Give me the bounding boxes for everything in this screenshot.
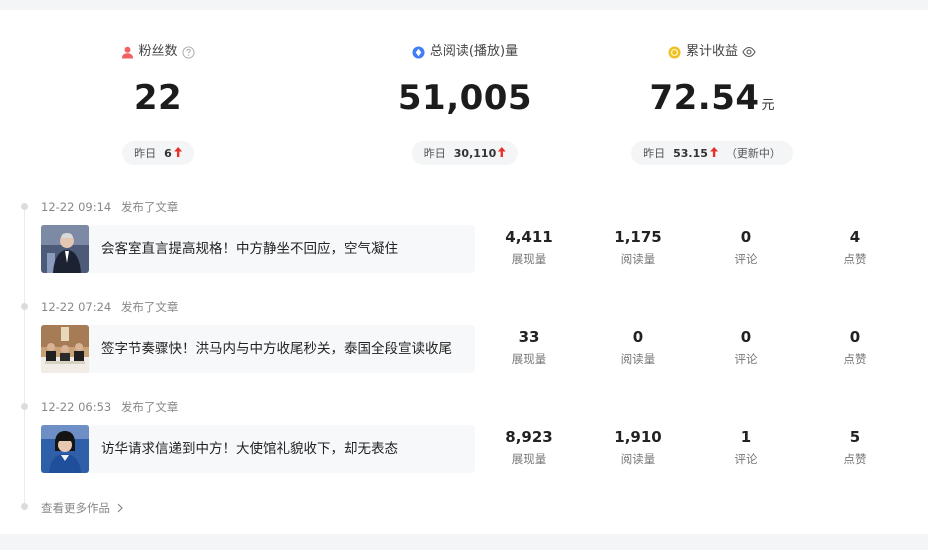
metric-impressions: 4,411 展现量: [505, 228, 553, 266]
stat-fans-yesterday: 昨日 6: [122, 141, 194, 165]
chevron-right-icon: [113, 501, 127, 515]
dashboard-card: 粉丝数 22 昨日 6 总阅读(播放)量 51,005 昨日 30,110 累计…: [0, 10, 928, 534]
timeline-dot: [21, 403, 28, 410]
post-title[interactable]: 会客室直言提高规格！中方静坐不回应，空气凝住: [101, 225, 461, 273]
arrow-up-icon: [173, 146, 182, 160]
stat-reads-value: 51,005: [397, 78, 533, 118]
stat-earnings-label: 累计收益: [685, 44, 738, 59]
post-item[interactable]: 访华请求信递到中方！大使馆礼貌收下，却无表态: [41, 425, 475, 473]
arrow-up-icon: [709, 146, 718, 160]
eye-icon[interactable]: [742, 45, 756, 59]
metric-reads: 0 阅读量: [620, 328, 656, 366]
view-more-link[interactable]: 查看更多作品: [41, 500, 127, 516]
diamond-icon: [412, 45, 426, 59]
post-title[interactable]: 签字节奏骤快！洪马内与中方收尾秒关，泰国全段宣读收尾: [101, 325, 461, 373]
arrow-up-icon: [498, 146, 507, 160]
post-time: 12-22 06:53: [41, 400, 112, 414]
metric-likes: 5 点赞: [843, 428, 867, 466]
timeline-dot: [21, 203, 28, 210]
timeline-line: [24, 205, 25, 505]
post-time: 12-22 09:14: [41, 200, 112, 214]
person-icon: [120, 45, 134, 59]
post-item[interactable]: 签字节奏骤快！洪马内与中方收尾秒关，泰国全段宣读收尾: [41, 325, 475, 373]
coin-icon: [668, 45, 682, 59]
stat-earnings-value: 72.54 元: [649, 78, 775, 118]
post-thumbnail[interactable]: [41, 425, 89, 473]
stat-reads-yesterday: 昨日 30,110: [411, 141, 519, 165]
stat-fans-label: 粉丝数: [138, 44, 178, 59]
post-title[interactable]: 访华请求信递到中方！大使馆礼貌收下，却无表态: [101, 425, 461, 473]
metric-impressions: 8,923 展现量: [505, 428, 553, 466]
timeline-dot: [21, 503, 28, 510]
post-time: 12-22 07:24: [41, 300, 112, 314]
post-item[interactable]: 会客室直言提高规格！中方静坐不回应，空气凝住: [41, 225, 475, 273]
post-action: 发布了文章: [120, 300, 179, 314]
post-meta: 12-22 07:24 发布了文章: [41, 300, 178, 314]
stat-earnings-unit: 元: [761, 98, 775, 113]
stat-fans-value: 22: [133, 78, 183, 118]
metric-likes: 0 点赞: [843, 328, 867, 366]
post-thumbnail[interactable]: [41, 325, 89, 373]
post-action: 发布了文章: [120, 200, 179, 214]
metric-comments: 0 评论: [734, 328, 758, 366]
metric-comments: 1 评论: [734, 428, 758, 466]
metric-comments: 0 评论: [734, 228, 758, 266]
stat-reads-label: 总阅读(播放)量: [429, 44, 519, 59]
metric-reads: 1,175 阅读量: [614, 228, 662, 266]
question-circle-icon[interactable]: [182, 45, 196, 59]
post-meta: 12-22 09:14 发布了文章: [41, 200, 178, 214]
stat-earnings-yesterday: 昨日 53.15 （更新中）: [631, 141, 793, 165]
post-thumbnail[interactable]: [41, 225, 89, 273]
metric-likes: 4 点赞: [843, 228, 867, 266]
timeline-dot: [21, 303, 28, 310]
metric-impressions: 33 展现量: [511, 328, 547, 366]
post-action: 发布了文章: [120, 400, 179, 414]
metric-reads: 1,910 阅读量: [614, 428, 662, 466]
post-meta: 12-22 06:53 发布了文章: [41, 400, 178, 414]
